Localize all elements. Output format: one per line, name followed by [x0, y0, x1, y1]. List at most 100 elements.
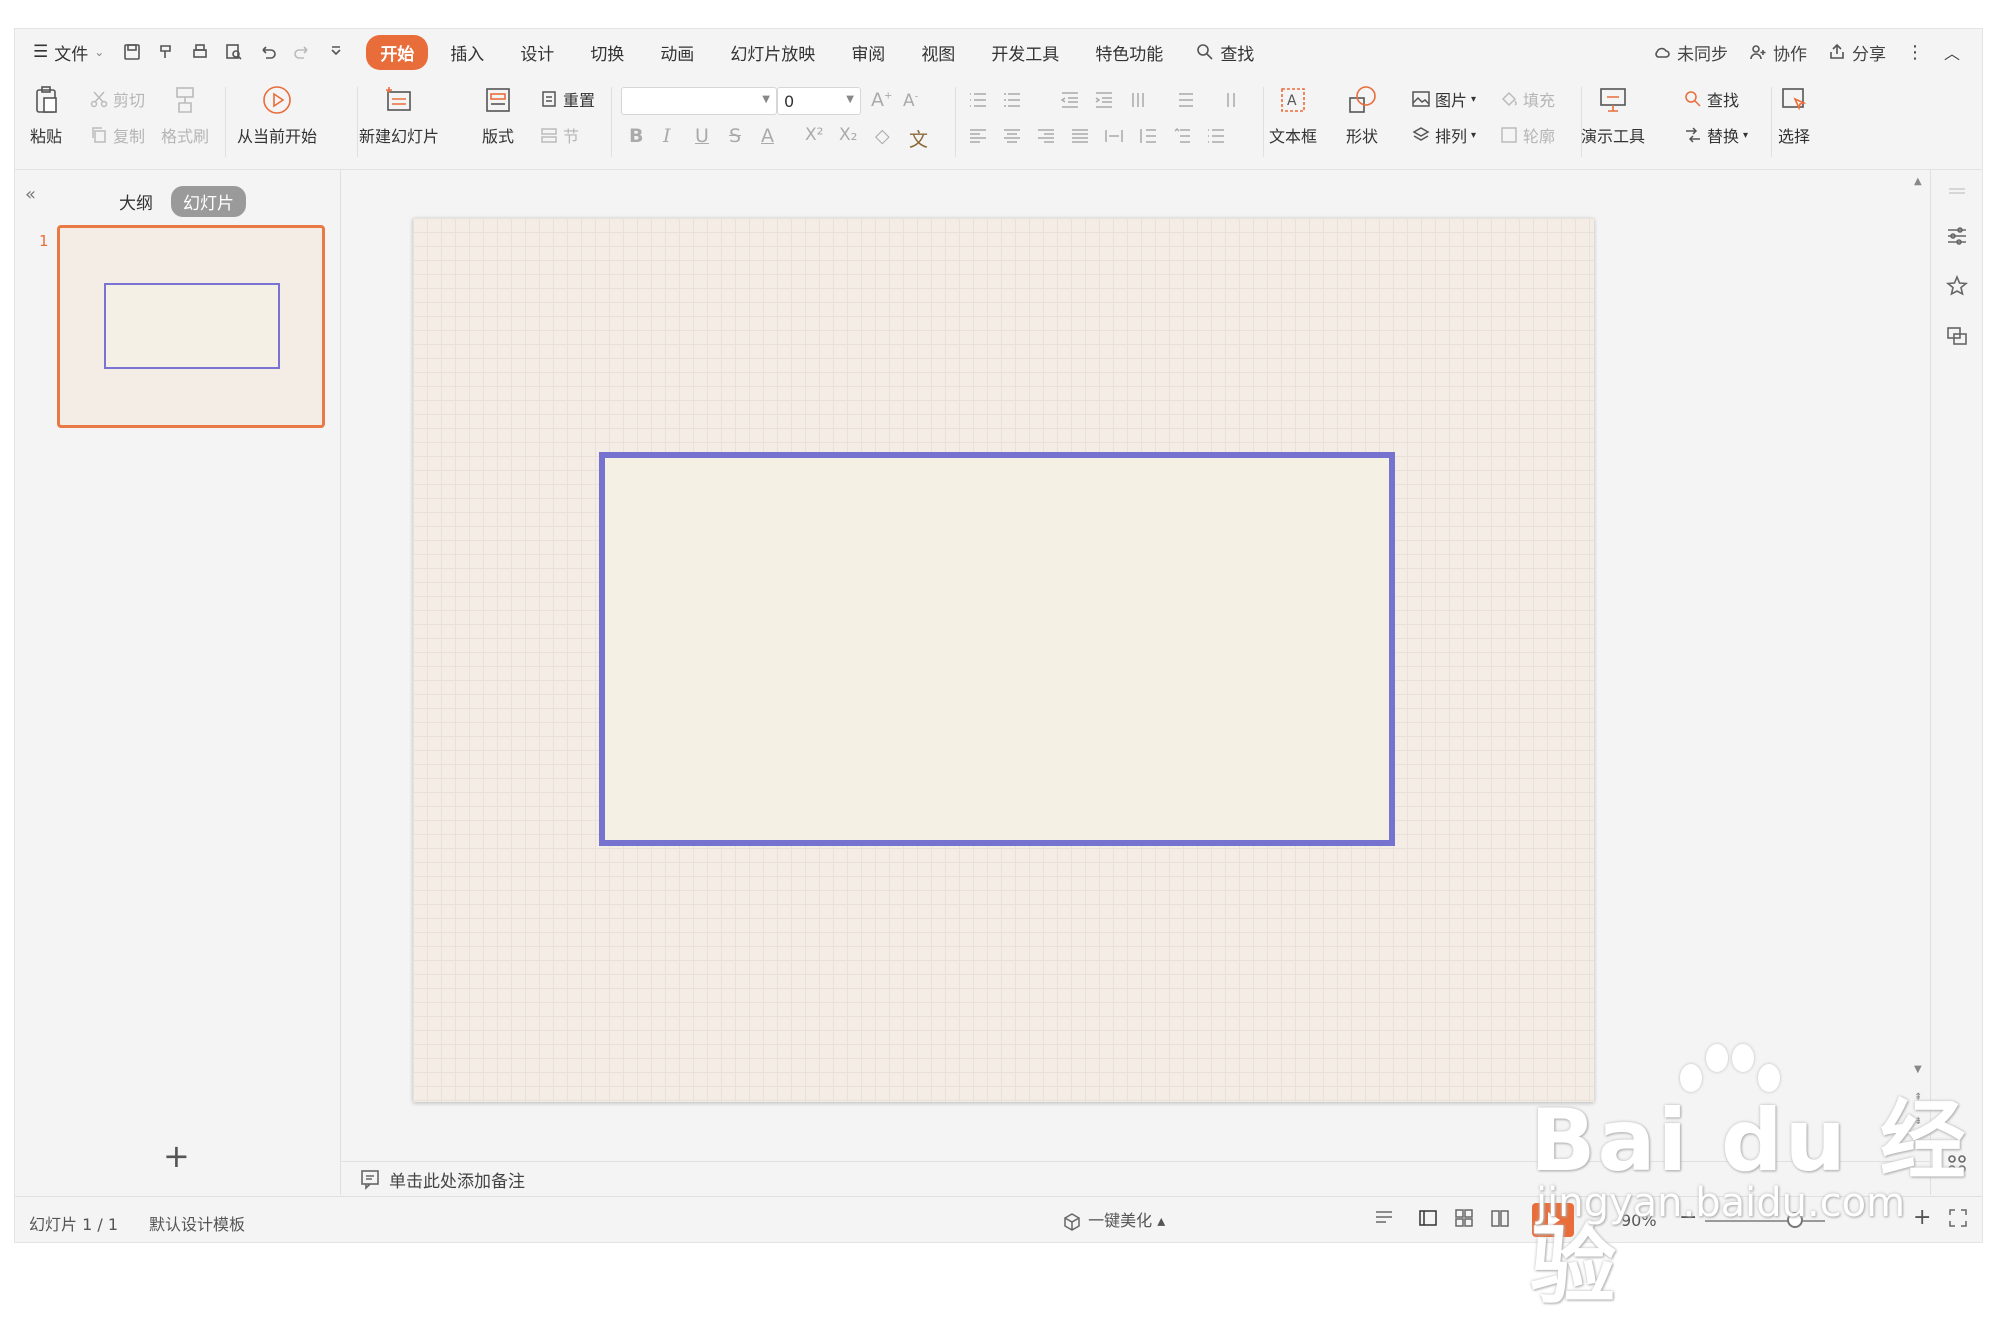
play-from-current-button[interactable]: 从当前开始	[237, 83, 317, 147]
paragraph-spacing-icon[interactable]	[1171, 125, 1193, 147]
slide-sorter-icon[interactable]	[1453, 1207, 1475, 1229]
section-button[interactable]: 节	[539, 123, 579, 147]
template-name[interactable]: 默认设计模板	[149, 1211, 245, 1235]
tab-slideshow[interactable]: 幻灯片放映	[716, 35, 829, 70]
collapse-panel-icon[interactable]: «	[25, 184, 36, 205]
format-painter-button[interactable]: 格式刷	[161, 83, 209, 147]
outline-button[interactable]: 轮廓	[1499, 123, 1555, 147]
notes-area[interactable]: 单击此处添加备注	[341, 1161, 1930, 1196]
line-spacing-icon[interactable]	[1137, 125, 1159, 147]
reading-view-icon[interactable]	[1489, 1207, 1511, 1229]
align-right-icon[interactable]	[1035, 125, 1057, 147]
fill-button[interactable]: 填充	[1499, 87, 1555, 111]
align-center-icon[interactable]	[1001, 125, 1023, 147]
tab-transitions[interactable]: 切换	[576, 35, 638, 70]
properties-icon[interactable]	[1945, 224, 1969, 248]
zoom-slider-handle[interactable]	[1787, 1212, 1803, 1228]
new-slide-button[interactable]: 新建幻灯片	[359, 83, 439, 147]
add-slide-button[interactable]: +	[163, 1140, 190, 1172]
font-size-combo[interactable]: 0 ▼	[777, 87, 861, 115]
slide-thumbnail[interactable]	[57, 225, 325, 428]
tab-design[interactable]: 设计	[506, 35, 568, 70]
zoom-out-icon[interactable]: −	[1679, 1205, 1697, 1230]
scroll-up-icon[interactable]: ▲	[1914, 176, 1922, 187]
superscript-icon[interactable]: X²	[805, 125, 823, 145]
fit-window-icon[interactable]	[1947, 1207, 1969, 1229]
font-name-combo[interactable]: ▼	[621, 87, 777, 115]
more-options-icon[interactable]: ⋮	[1906, 42, 1924, 63]
clear-format-icon[interactable]: ◇	[875, 125, 890, 147]
grid-apps-icon[interactable]	[1945, 1152, 1969, 1176]
tab-animations[interactable]: 动画	[646, 35, 708, 70]
paste-button[interactable]: 粘贴	[29, 83, 63, 147]
print-icon[interactable]	[190, 42, 210, 62]
align-left-icon[interactable]	[967, 125, 989, 147]
rectangle-shape[interactable]	[599, 452, 1395, 846]
normal-view-icon[interactable]	[1417, 1207, 1439, 1229]
collaborate-button[interactable]: 协作	[1748, 40, 1807, 65]
font-color-icon[interactable]: A	[761, 125, 774, 147]
scroll-down-icon[interactable]: ▼	[1914, 1064, 1922, 1075]
underline-icon[interactable]: U	[695, 125, 709, 147]
justify-icon[interactable]	[1069, 125, 1091, 147]
cut-button[interactable]: 剪切	[89, 87, 145, 111]
text-direction-icon[interactable]	[1221, 89, 1243, 111]
bold-icon[interactable]: B	[629, 125, 643, 147]
tab-slides[interactable]: 幻灯片	[171, 186, 246, 217]
shape-button[interactable]: 形状	[1345, 83, 1379, 147]
tab-special-features[interactable]: 特色功能	[1081, 35, 1177, 70]
tab-view[interactable]: 视图	[907, 35, 969, 70]
share-button[interactable]: 分享	[1827, 40, 1886, 65]
numbering-icon[interactable]	[1001, 89, 1023, 111]
tab-home[interactable]: 开始	[366, 34, 429, 70]
slide-canvas[interactable]	[413, 218, 1594, 1102]
file-menu[interactable]: ☰ 文件 ⌄	[33, 40, 104, 65]
notes-toggle-icon[interactable]	[1373, 1207, 1395, 1229]
format-paint-icon[interactable]	[156, 42, 176, 62]
increase-font-icon[interactable]: A+	[871, 89, 892, 111]
select-button[interactable]: 选择	[1777, 83, 1811, 147]
strikethrough-icon[interactable]: S	[729, 125, 741, 147]
phonetic-guide-icon[interactable]: 文	[909, 125, 928, 152]
collapse-ribbon-icon[interactable]: ︿	[1944, 40, 1960, 64]
zoom-in-icon[interactable]: +	[1913, 1205, 1931, 1230]
slide-transition-icon[interactable]	[1945, 324, 1969, 348]
tab-review[interactable]: 审阅	[837, 35, 899, 70]
vertical-scrollbar[interactable]: ▲ ▼ ⇞ ⇟	[1910, 170, 1930, 1165]
print-preview-icon[interactable]	[224, 42, 244, 62]
tab-developer[interactable]: 开发工具	[977, 35, 1073, 70]
subscript-icon[interactable]: X₂	[839, 125, 857, 145]
redo-icon[interactable]	[292, 42, 312, 62]
slideshow-play-button[interactable]	[1532, 1203, 1574, 1237]
beautify-button[interactable]: 一键美化 ▴	[1061, 1207, 1165, 1233]
bullets-icon[interactable]	[967, 89, 989, 111]
presentation-tools-button[interactable]: 演示工具	[1581, 83, 1645, 147]
replace-button[interactable]: 替换 ▾	[1683, 123, 1748, 147]
paragraph-settings-icon[interactable]	[1205, 125, 1227, 147]
copy-button[interactable]: 复制	[89, 123, 145, 147]
save-icon[interactable]	[122, 42, 142, 62]
columns-icon[interactable]	[1129, 89, 1151, 111]
sync-status[interactable]: 未同步	[1652, 40, 1728, 65]
find-button[interactable]: 查找	[1683, 87, 1739, 111]
tab-outline[interactable]: 大纲	[107, 186, 165, 217]
reset-button[interactable]: 重置	[539, 87, 595, 111]
layout-button[interactable]: 版式	[481, 83, 515, 147]
customize-toolbar-icon[interactable]	[326, 42, 346, 62]
tab-insert[interactable]: 插入	[436, 35, 498, 70]
increase-indent-icon[interactable]	[1093, 89, 1115, 111]
decrease-indent-icon[interactable]	[1059, 89, 1081, 111]
next-slide-icon[interactable]: ⇟	[1914, 1116, 1922, 1127]
animation-star-icon[interactable]	[1945, 274, 1969, 298]
text-align-icon[interactable]	[1175, 89, 1197, 111]
italic-icon[interactable]: I	[663, 125, 671, 147]
menu-search[interactable]: 查找	[1195, 40, 1254, 65]
picture-button[interactable]: 图片 ▾	[1411, 87, 1476, 111]
arrange-button[interactable]: 排列 ▾	[1411, 123, 1476, 147]
undo-icon[interactable]	[258, 42, 278, 62]
zoom-level[interactable]: 90%	[1621, 1211, 1657, 1230]
prev-slide-icon[interactable]: ⇞	[1914, 1092, 1922, 1103]
zoom-slider-track[interactable]	[1705, 1220, 1825, 1222]
textbox-button[interactable]: A 文本框	[1269, 83, 1317, 147]
decrease-font-icon[interactable]: A-	[903, 91, 918, 111]
